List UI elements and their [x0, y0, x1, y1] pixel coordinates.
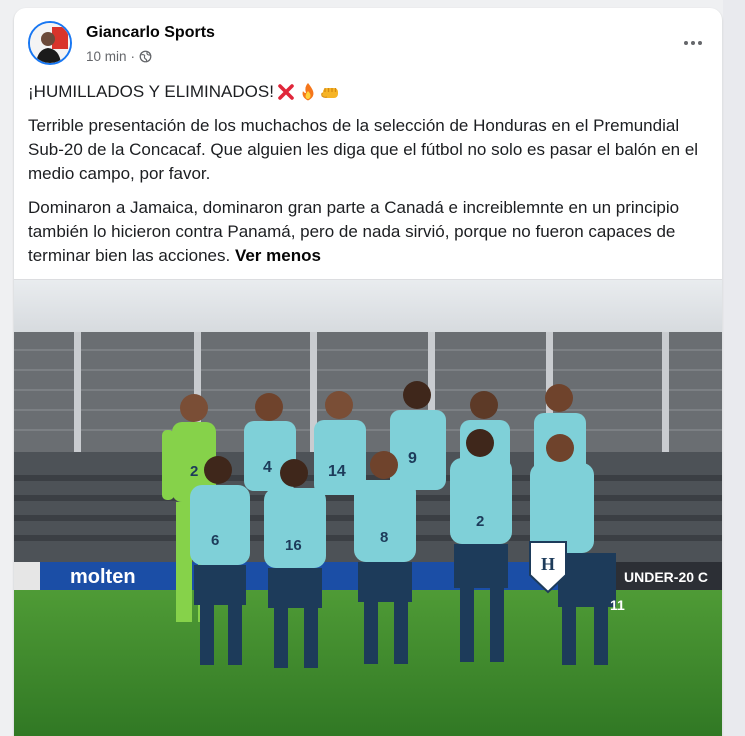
post-paragraph-2-text: Dominaron a Jamaica, dominaron gran part…: [28, 198, 680, 265]
dot: [698, 41, 702, 45]
jersey-number: 4: [263, 459, 272, 476]
scrollbar-track[interactable]: [723, 0, 745, 736]
jersey-number: 8: [380, 529, 388, 546]
post-headline-line: ¡HUMILLADOS Y ELIMINADOS!: [28, 80, 718, 104]
post-paragraph-2: Dominaron a Jamaica, dominaron gran part…: [28, 196, 718, 268]
post-card: Giancarlo Sports 10 min · ¡HUMILLADOS Y …: [14, 8, 722, 736]
see-less-link[interactable]: Ver menos: [235, 246, 321, 265]
meta-separator: ·: [130, 49, 136, 64]
post-photo[interactable]: molten UNDER-20 C 2 4 14 9 6 16 8 2 11 H: [14, 279, 722, 736]
jersey-number: 14: [328, 463, 346, 480]
jersey-number: 9: [408, 450, 417, 467]
banner-under20: UNDER-20 C: [624, 569, 708, 585]
post-header: Giancarlo Sports 10 min ·: [14, 8, 722, 80]
post-headline: ¡HUMILLADOS Y ELIMINADOS!: [28, 82, 274, 101]
jersey-number: 11: [610, 597, 625, 613]
jersey-number: 2: [476, 513, 484, 530]
jersey-number: 6: [211, 532, 219, 549]
author-name[interactable]: Giancarlo Sports: [86, 24, 215, 42]
fire-icon: [302, 83, 314, 101]
more-options-icon[interactable]: [678, 30, 708, 56]
post-paragraph-1: Terrible presentación de los muchachos d…: [28, 116, 699, 183]
dot: [684, 41, 688, 45]
team-photo: molten UNDER-20 C 2 4 14 9 6 16 8 2 11 H: [14, 280, 722, 736]
post-meta: 10 min ·: [86, 49, 152, 64]
banner-molten: molten: [70, 566, 136, 588]
post-text: ¡HUMILLADOS Y ELIMINADOS! Terrible prese…: [28, 80, 718, 278]
cross-mark-icon: [278, 84, 294, 100]
globe-icon[interactable]: [139, 50, 152, 63]
post-time[interactable]: 10 min: [86, 49, 127, 64]
news-feed: Giancarlo Sports 10 min · ¡HUMILLADOS Y …: [0, 0, 745, 736]
pennant-letter: H: [541, 554, 555, 574]
jersey-number: 16: [285, 537, 302, 554]
dot: [691, 41, 695, 45]
fist-icon: [321, 88, 338, 98]
avatar-image: [30, 23, 70, 63]
avatar[interactable]: [28, 21, 72, 65]
jersey-number: 2: [190, 463, 198, 480]
